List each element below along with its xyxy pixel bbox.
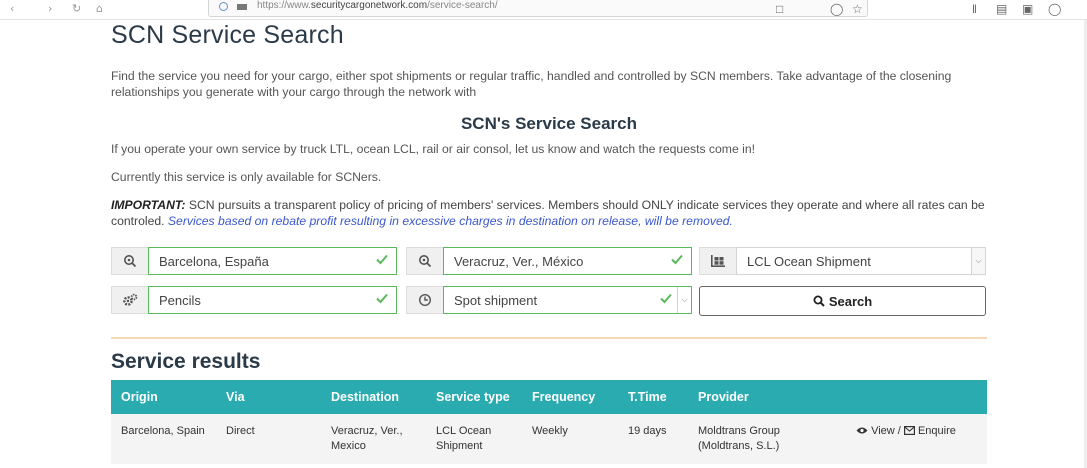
browser-toolbar: ‹ › ↻ ⌂ https://www.securitycargonetwork… [0, 0, 1087, 20]
column-header-ttime: T.Time [618, 380, 688, 414]
reload-icon[interactable]: ↻ [72, 2, 81, 15]
column-header-via: Via [216, 380, 321, 414]
sidebar-icon[interactable]: ▤ [996, 2, 1007, 16]
eye-icon [856, 427, 868, 434]
cell-origin: Barcelona, Spain [111, 414, 216, 464]
cell-via: Direct [216, 414, 321, 464]
section-subtitle: SCN's Service Search [460, 114, 638, 133]
cell-actions: View / Enquire [846, 414, 987, 464]
cell-destination: Veracruz, Ver., Mexico [321, 414, 426, 464]
service-type-select[interactable]: LCL Ocean Shipment ⌵ [736, 247, 986, 275]
check-icon [660, 293, 672, 304]
column-header-actions [846, 380, 987, 414]
section-divider [111, 337, 987, 339]
column-header-origin: Origin [111, 380, 216, 414]
enquire-label: Enquire [917, 425, 956, 437]
search-location-icon [124, 255, 137, 268]
back-icon[interactable]: ‹ [10, 2, 14, 15]
destination-value: Veracruz, Ver., México [454, 254, 584, 269]
page-title: SCN Service Search [111, 21, 344, 49]
origin-field: Barcelona, España [111, 247, 397, 275]
home-icon[interactable]: ⌂ [96, 2, 103, 15]
extension-icon[interactable]: ▣ [1022, 2, 1033, 16]
results-table: Origin Via Destination Service type Freq… [111, 380, 987, 464]
service-type-value: LCL Ocean Shipment [747, 254, 871, 269]
pocket-icon[interactable]: ◯ [830, 2, 843, 16]
column-header-frequency: Frequency [522, 380, 618, 414]
reader-view-icon[interactable]: □ [776, 2, 783, 16]
destination-addon [406, 247, 443, 275]
commodity-addon [111, 286, 148, 314]
removal-policy-text: Services based on rebate profit resultin… [167, 214, 733, 228]
service-type-addon [699, 247, 736, 275]
column-header-destination: Destination [321, 380, 426, 414]
availability-note: Currently this service is only available… [111, 170, 382, 184]
destination-field: Veracruz, Ver., México [406, 247, 692, 275]
library-icon[interactable]: ‖ [972, 2, 977, 16]
table-row: Barcelona, Spain Direct Veracruz, Ver., … [111, 414, 987, 464]
frequency-addon [406, 286, 443, 314]
shield-icon [219, 2, 228, 11]
view-link[interactable]: View [856, 425, 895, 437]
frequency-select[interactable]: Spot shipment ⌵ [443, 286, 692, 314]
column-header-provider: Provider [688, 380, 846, 414]
origin-addon [111, 247, 148, 275]
check-icon [671, 254, 683, 265]
truck-loading-icon [711, 255, 725, 267]
cell-frequency: Weekly [522, 414, 618, 464]
origin-input[interactable]: Barcelona, España [148, 247, 397, 275]
results-title: Service results [111, 350, 261, 373]
destination-input[interactable]: Veracruz, Ver., México [443, 247, 692, 275]
check-icon [376, 254, 388, 265]
table-header-row: Origin Via Destination Service type Freq… [111, 380, 987, 414]
column-header-service-type: Service type [426, 380, 522, 414]
search-button-label: Search [828, 293, 873, 309]
frequency-value: Spot shipment [454, 293, 538, 308]
important-label: IMPORTANT: [111, 198, 186, 212]
check-icon [376, 293, 388, 304]
search-icon [813, 295, 825, 307]
intro-paragraph: Find the service you need for your cargo… [111, 69, 952, 99]
cogs-icon [123, 293, 138, 306]
commodity-field: Pencils [111, 286, 397, 314]
cell-service-type: LCL Ocean Shipment [426, 414, 522, 464]
clock-icon [418, 293, 432, 307]
frequency-field: Spot shipment ⌵ [406, 286, 692, 314]
cell-ttime: 19 days [618, 414, 688, 464]
page-info-icon [237, 4, 247, 10]
operate-note: If you operate your own service by truck… [111, 142, 755, 156]
address-bar[interactable]: https://www.securitycargonetwork.com/ser… [208, 0, 868, 17]
view-label: View [871, 425, 895, 437]
url-text: https://www.securitycargonetwork.com/ser… [257, 0, 498, 11]
commodity-input[interactable]: Pencils [148, 286, 397, 314]
chevron-down-icon[interactable]: ⌵ [677, 287, 691, 313]
forward-icon[interactable]: › [48, 2, 52, 15]
origin-value: Barcelona, España [159, 254, 269, 269]
envelope-icon [903, 426, 915, 436]
chevron-down-icon[interactable]: ⌵ [971, 248, 985, 274]
service-type-field: LCL Ocean Shipment ⌵ [699, 247, 986, 275]
important-notice: IMPORTANT: SCN pursuits a transparent po… [111, 197, 987, 229]
search-location-icon [419, 255, 432, 268]
commodity-value: Pencils [159, 293, 201, 308]
enquire-link[interactable]: Enquire [903, 425, 956, 437]
cell-provider: Moldtrans Group (Moldtrans, S.L.) [688, 414, 846, 464]
action-separator: / [894, 425, 904, 437]
menu-icon[interactable]: ◯ [1048, 2, 1061, 16]
search-button[interactable]: Search [699, 286, 986, 316]
bookmark-icon[interactable]: ☆ [852, 2, 863, 16]
